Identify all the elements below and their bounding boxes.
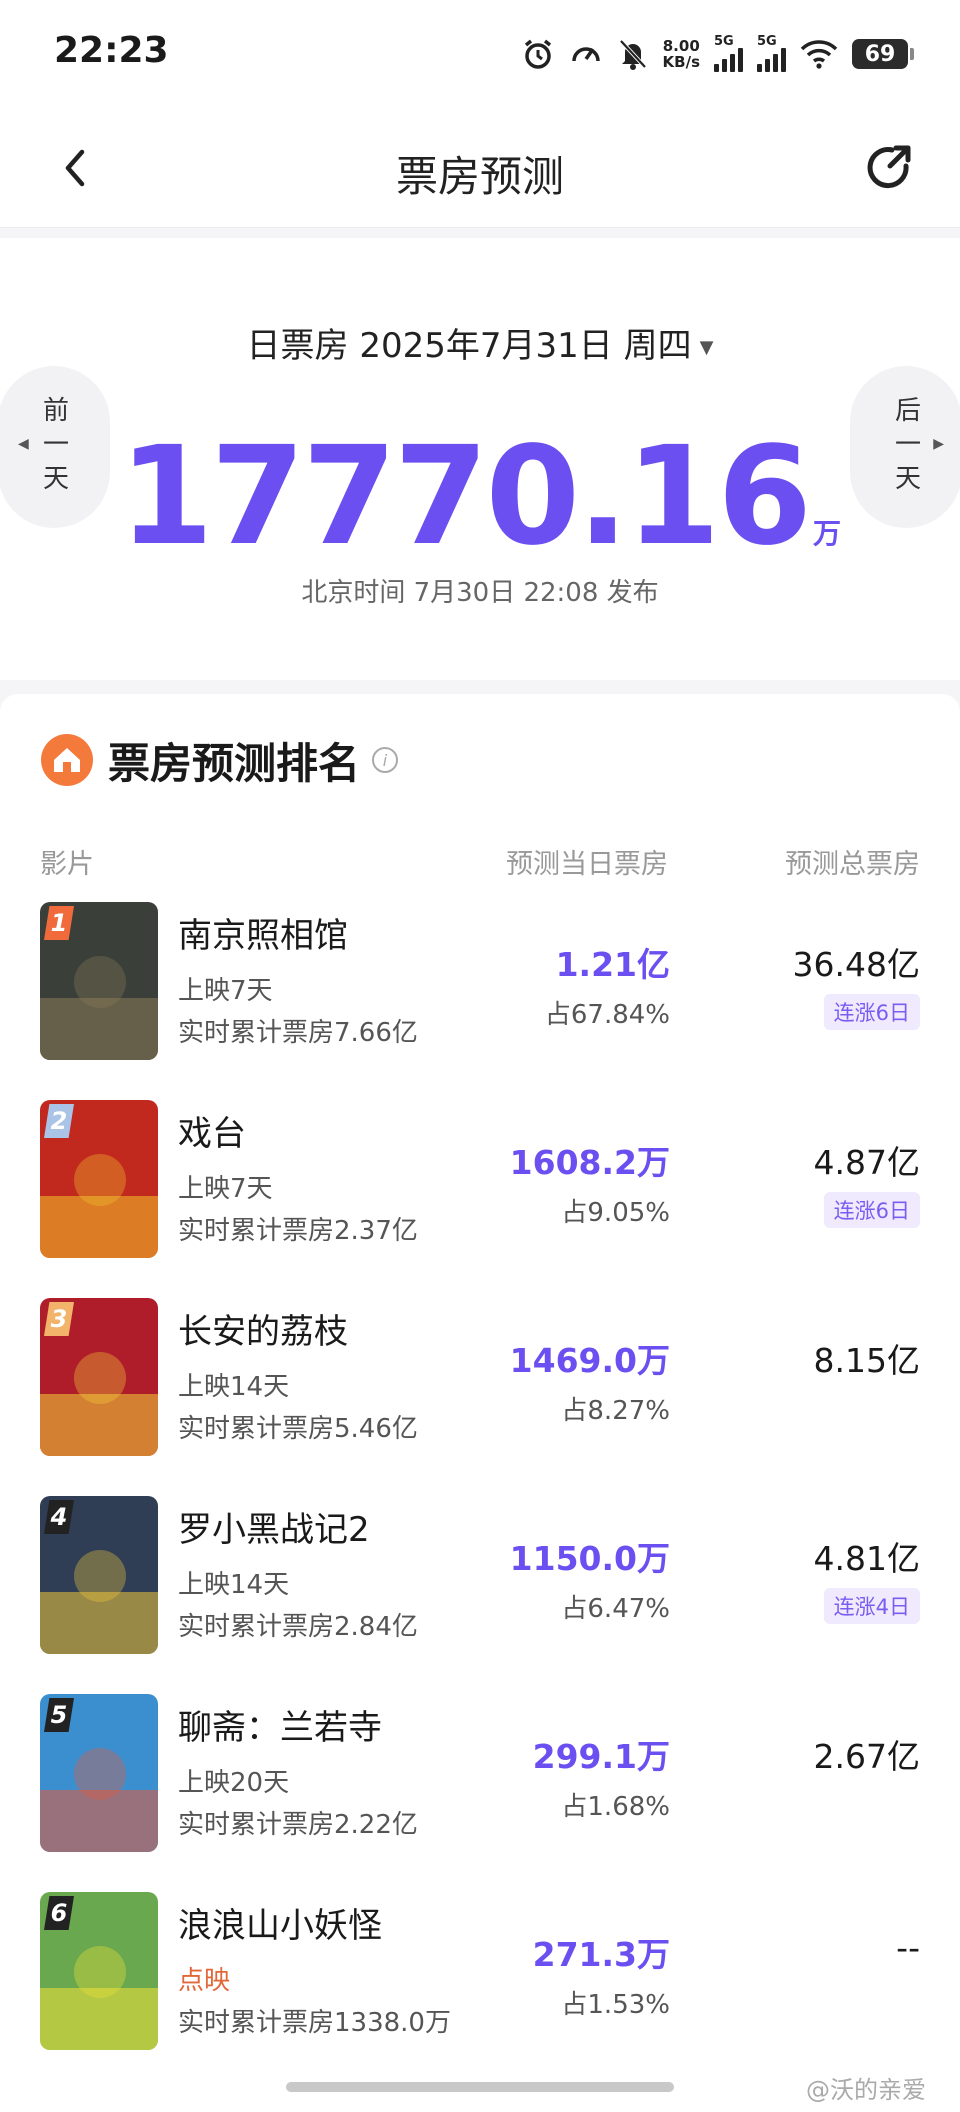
daily-forecast: 1608.2万 xyxy=(509,1143,670,1182)
ranking-header: 票房预测排名 i xyxy=(40,730,399,790)
signal-sim1-icon: 5G xyxy=(714,34,743,72)
share-icon xyxy=(867,145,911,189)
movie-row[interactable]: 5 聊斋：兰若寺上映20天实时累计票房2.22亿 299.1万占1.68% 2.67亿 xyxy=(0,1694,960,1874)
movie-name[interactable]: 戏台 xyxy=(178,1106,246,1155)
daily-share: 占1.53% xyxy=(561,1990,670,2020)
summary-card: 日票房 2025年7月31日 周四 ▼ ◀ 前一天 后一天 ▶ 17770.16 万… xyxy=(0,238,960,680)
net-speed-unit: KB/s xyxy=(662,53,700,71)
column-header-movie: 影片 xyxy=(40,849,94,880)
mute-bell-icon xyxy=(617,37,649,71)
column-header-daily: 预测当日票房 xyxy=(506,849,668,880)
movie-release-days: 上映7天 xyxy=(178,1174,273,1204)
movie-release-days: 点映 xyxy=(178,1966,231,1996)
streak-badge: 连涨6日 xyxy=(823,994,920,1030)
total-forecast: 2.67亿 xyxy=(813,1737,920,1776)
sim1-label: 5G xyxy=(714,34,734,49)
info-icon[interactable]: i xyxy=(372,747,399,773)
total-unit: 万 xyxy=(813,517,842,550)
movie-poster[interactable]: 3 xyxy=(40,1298,158,1456)
total-forecast: -- xyxy=(896,1928,920,1967)
daily-share: 占9.05% xyxy=(561,1198,670,1228)
movie-name[interactable]: 南京照相馆 xyxy=(178,908,348,957)
movie-row[interactable]: 6 浪浪山小妖怪点映实时累计票房1338.0万 271.3万占1.53% -- xyxy=(0,1892,960,2072)
movie-cumulative: 实时累计票房2.22亿 xyxy=(178,1810,418,1840)
daily-forecast: 1.21亿 xyxy=(555,945,670,984)
page-title: 票房预测 xyxy=(395,152,564,201)
movie-poster[interactable]: 6 xyxy=(40,1892,158,2050)
movie-cumulative: 实时累计票房2.84亿 xyxy=(178,1612,418,1642)
total-forecast: 8.15亿 xyxy=(813,1341,920,1380)
movie-poster[interactable]: 2 xyxy=(40,1100,158,1258)
publish-time: 北京时间 7月30日 22:08 发布 xyxy=(301,578,659,608)
nav-bar: 票房预测 xyxy=(0,110,960,228)
movie-name[interactable]: 浪浪山小妖怪 xyxy=(178,1898,382,1947)
ranking-title: 票房预测排名 xyxy=(108,738,361,788)
home-indicator[interactable] xyxy=(286,2082,674,2092)
daily-forecast: 1150.0万 xyxy=(509,1539,670,1578)
movie-cumulative: 实时累计票房7.66亿 xyxy=(178,1018,418,1048)
date-label: 日票房 2025年7月31日 周四 xyxy=(246,326,692,366)
daily-forecast: 1469.0万 xyxy=(509,1341,670,1380)
movie-row[interactable]: 1 南京照相馆上映7天实时累计票房7.66亿 1.21亿占67.84% 36.48亿连… xyxy=(0,902,960,1082)
movie-poster[interactable]: 1 xyxy=(40,902,158,1060)
status-icons: 8.00 KB/s 5G 5G 69 xyxy=(521,28,914,80)
caret-down-icon: ▼ xyxy=(699,337,714,358)
movie-release-days: 上映14天 xyxy=(178,1570,290,1600)
daily-share: 占67.84% xyxy=(544,1000,670,1030)
movie-row[interactable]: 2 戏台上映7天实时累计票房2.37亿 1608.2万占9.05% 4.87亿连涨6日 xyxy=(0,1100,960,1280)
daily-share: 占8.27% xyxy=(561,1396,670,1426)
daily-share: 占6.47% xyxy=(561,1594,670,1624)
net-speed-value: 8.00 xyxy=(662,37,700,55)
movie-name[interactable]: 长安的荔枝 xyxy=(178,1304,348,1353)
house-badge-icon xyxy=(41,734,93,786)
battery-icon: 69 xyxy=(852,39,914,69)
movie-release-days: 上映20天 xyxy=(178,1768,290,1798)
total-value: 17770.16 xyxy=(118,418,812,576)
movie-name[interactable]: 罗小黑战记2 xyxy=(178,1502,370,1551)
total-box-office: 17770.16 万 xyxy=(0,418,960,576)
daily-share: 占1.68% xyxy=(561,1792,670,1822)
streak-badge: 连涨4日 xyxy=(823,1588,920,1624)
movie-cumulative: 实时累计票房1338.0万 xyxy=(178,2008,451,2038)
streak-badge: 连涨6日 xyxy=(823,1192,920,1228)
status-time: 22:23 xyxy=(54,30,169,71)
movie-release-days: 上映14天 xyxy=(178,1372,290,1402)
signal-sim2-icon: 5G xyxy=(757,34,786,72)
wifi-icon xyxy=(800,39,838,69)
movie-cumulative: 实时累计票房5.46亿 xyxy=(178,1414,418,1444)
movie-row[interactable]: 3 长安的荔枝上映14天实时累计票房5.46亿 1469.0万占8.27% 8.15亿 xyxy=(0,1298,960,1478)
movie-cumulative: 实时累计票房2.37亿 xyxy=(178,1216,418,1246)
net-speed: 8.00 KB/s xyxy=(663,38,700,70)
status-bar: 22:23 8.00 KB/s 5G 5G 69 xyxy=(0,0,960,110)
share-button[interactable] xyxy=(860,138,920,198)
column-header-total: 预测总票房 xyxy=(785,849,920,880)
movie-poster[interactable]: 4 xyxy=(40,1496,158,1654)
movie-row[interactable]: 4 罗小黑战记2 上映14天实时累计票房2.84亿 1150.0万占6.47% 4.81… xyxy=(0,1496,960,1676)
daily-forecast: 271.3万 xyxy=(532,1935,670,1974)
sim2-label: 5G xyxy=(757,34,777,49)
movie-release-days: 上映7天 xyxy=(178,976,273,1006)
total-forecast: 36.48亿 xyxy=(792,945,920,984)
watermark: @沃的亲爱 xyxy=(806,2076,926,2104)
total-forecast: 4.81亿 xyxy=(813,1539,920,1578)
movie-poster[interactable]: 5 xyxy=(40,1694,158,1852)
alarm-icon xyxy=(521,37,555,71)
ranking-section: 票房预测排名 i 影片 预测当日票房 预测总票房 1 南京照相馆 上映7天 实时累计票… xyxy=(0,694,960,2112)
movie-name[interactable]: 聊斋：兰若寺 xyxy=(178,1700,382,1749)
date-selector[interactable]: 日票房 2025年7月31日 周四 ▼ xyxy=(0,318,960,367)
speedometer-icon xyxy=(569,37,603,71)
daily-forecast: 299.1万 xyxy=(532,1737,670,1776)
total-forecast: 4.87亿 xyxy=(813,1143,920,1182)
